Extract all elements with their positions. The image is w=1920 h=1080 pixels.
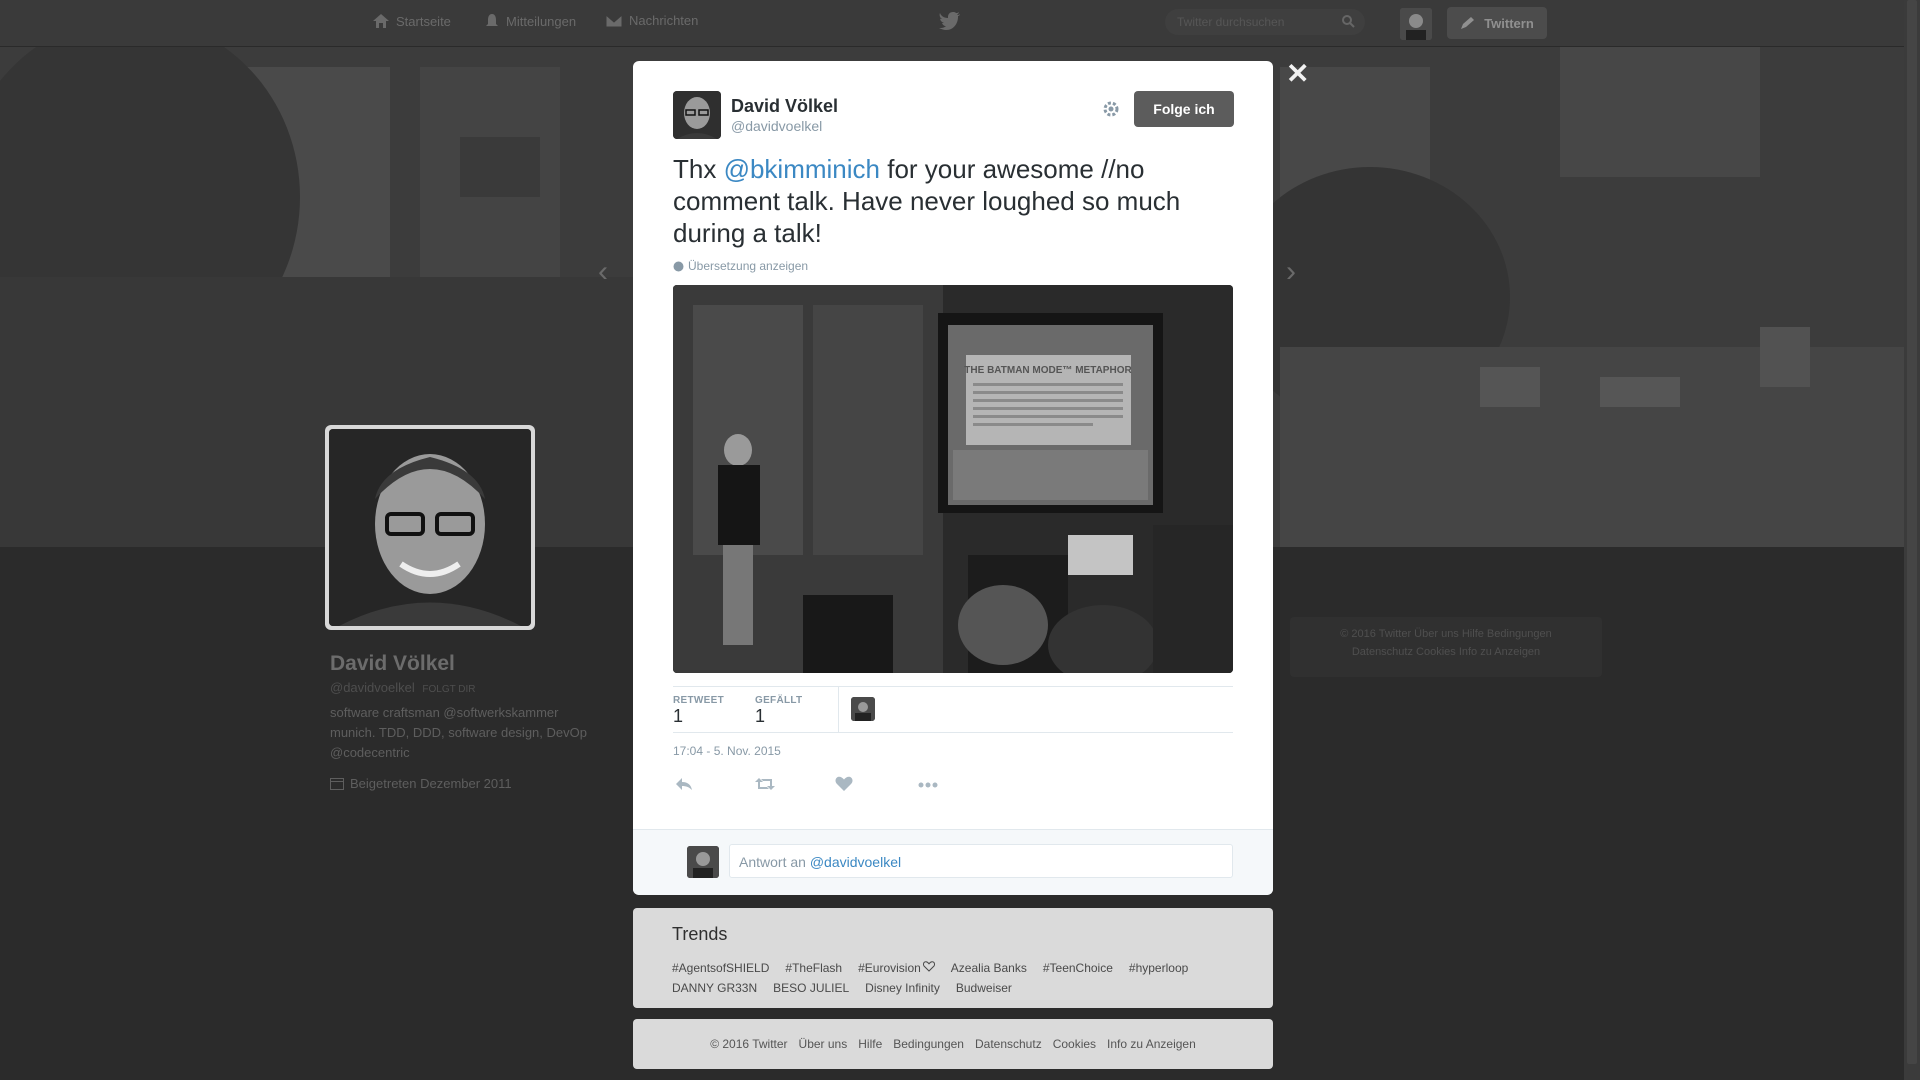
trend-item[interactable]: #TheFlash xyxy=(785,961,842,975)
search-icon[interactable] xyxy=(1342,15,1355,28)
more-options-icon[interactable] xyxy=(918,782,938,788)
nav-notifications[interactable]: Mitteilungen xyxy=(484,13,576,29)
compose-tweet-label: Twittern xyxy=(1484,15,1534,31)
profile-picture[interactable] xyxy=(325,425,535,630)
nav-messages-label: Nachrichten xyxy=(629,13,699,28)
reply-input[interactable]: Antwort an @davidvoelkel xyxy=(729,844,1233,878)
profile-bio: software craftsman @softwerkskammer muni… xyxy=(330,703,620,763)
joined-label: Beigetreten Dezember 2011 xyxy=(350,776,512,791)
footer-link[interactable]: Datenschutz xyxy=(975,1037,1042,1051)
gear-icon[interactable] xyxy=(1101,99,1121,119)
nav-home-label: Startseite xyxy=(396,13,451,29)
trend-item[interactable]: #hyperloop xyxy=(1129,961,1188,975)
follows-you-badge: FOLGT DIR xyxy=(422,684,476,695)
trend-item[interactable]: Budweiser xyxy=(956,981,1012,995)
calendar-icon xyxy=(330,778,344,790)
retweet-stat[interactable]: RETWEET 1 xyxy=(673,695,724,727)
page-scrollbar[interactable] xyxy=(1904,0,1920,1080)
liker-avatar[interactable] xyxy=(851,697,875,721)
next-tweet-arrow-icon[interactable]: › xyxy=(1286,255,1296,289)
tweet-author-avatar[interactable] xyxy=(673,91,721,139)
footer-link[interactable]: Cookies xyxy=(1053,1037,1096,1051)
tweet-text: Thx @bkimminich for your awesome //no co… xyxy=(673,153,1233,249)
tweet-text-start: Thx xyxy=(673,154,724,184)
retweet-stat-label: RETWEET xyxy=(673,695,724,706)
retweet-icon[interactable] xyxy=(755,776,775,792)
globe-icon xyxy=(673,261,684,271)
reply-mention: @davidvoelkel xyxy=(809,854,902,870)
following-button[interactable]: Folge ich xyxy=(1134,91,1234,127)
profile-name: David Völkel xyxy=(330,652,455,675)
profile-joined: Beigetreten Dezember 2011 xyxy=(330,776,512,791)
footer-link[interactable]: Hilfe xyxy=(858,1037,882,1051)
translate-link[interactable]: Übersetzung anzeigen xyxy=(673,259,808,273)
nav-home[interactable]: Startseite xyxy=(372,13,451,29)
compose-tweet-button[interactable]: Twittern xyxy=(1447,7,1547,39)
like-heart-icon[interactable] xyxy=(835,776,853,792)
footer-link[interactable]: Bedingungen xyxy=(893,1037,964,1051)
tweet-stats: RETWEET 1 GEFÄLLT 1 xyxy=(673,686,1233,733)
like-stat-label: GEFÄLLT xyxy=(755,695,803,706)
search-placeholder: Twitter durchsuchen xyxy=(1177,15,1285,29)
tweet-modal: David Völkel @davidvoelkel Folge ich Thx… xyxy=(633,61,1273,895)
slide-title: THE BATMAN MODE™ METAPHOR xyxy=(964,365,1132,376)
bio-line: @codecentric xyxy=(330,745,410,760)
trends-row: #AgentsofSHIELD #TheFlash #Eurovision Az… xyxy=(672,961,1188,975)
sidebar-footer-line[interactable]: Datenschutz Cookies Info zu Anzeigen xyxy=(1290,643,1602,661)
translate-label: Übersetzung anzeigen xyxy=(688,259,809,273)
previous-tweet-arrow-icon[interactable]: ‹ xyxy=(598,255,608,289)
home-icon xyxy=(373,14,389,28)
trend-item[interactable]: #TeenChoice xyxy=(1043,961,1113,975)
search-input[interactable]: Twitter durchsuchen xyxy=(1165,9,1365,35)
footer-link[interactable]: Info zu Anzeigen xyxy=(1107,1037,1196,1051)
scrollbar-thumb[interactable] xyxy=(1907,0,1917,1064)
close-icon[interactable]: ✕ xyxy=(1286,57,1309,90)
reply-icon[interactable] xyxy=(675,776,693,792)
compose-icon xyxy=(1461,17,1475,29)
stats-divider xyxy=(838,687,839,732)
trends-panel: Trends #AgentsofSHIELD #TheFlash #Eurovi… xyxy=(633,908,1273,1008)
trend-item[interactable]: DANNY GR33N xyxy=(672,981,757,995)
profile-handle[interactable]: @davidvoelkel xyxy=(330,680,415,695)
trend-item[interactable]: BESO JULIEL xyxy=(773,981,849,995)
tweet-timestamp[interactable]: 17:04 - 5. Nov. 2015 xyxy=(673,744,781,758)
like-count: 1 xyxy=(755,706,766,726)
sidebar-footer-line[interactable]: © 2016 Twitter Über uns Hilfe Bedingunge… xyxy=(1290,625,1602,643)
tweet-photo[interactable]: THE BATMAN MODE™ METAPHOR xyxy=(673,285,1233,673)
trend-item[interactable]: #Eurovision xyxy=(858,961,935,975)
like-stat[interactable]: GEFÄLLT 1 xyxy=(755,695,802,727)
trends-row: DANNY GR33N BESO JULIEL Disney Infinity … xyxy=(672,981,1012,995)
reply-placeholder: Antwort an xyxy=(739,854,810,870)
trend-item[interactable]: Disney Infinity xyxy=(865,981,940,995)
nav-messages[interactable]: Nachrichten xyxy=(605,13,698,28)
page-footer: © 2016 Twitter Über uns Hilfe Bedingunge… xyxy=(633,1019,1273,1069)
top-navigation-bar: Startseite Mitteilungen Nachrichten Twit… xyxy=(0,0,1904,47)
twitter-bird-icon[interactable] xyxy=(939,12,961,30)
footer-copyright: © 2016 Twitter xyxy=(710,1037,788,1051)
retweet-count: 1 xyxy=(673,706,684,726)
envelope-icon xyxy=(605,14,623,27)
trend-item-label: #Eurovision xyxy=(858,961,921,975)
nav-notifications-label: Mitteilungen xyxy=(506,13,577,29)
tweet-actions xyxy=(673,776,1233,800)
bio-line: munich. TDD, DDD, software design, DevOp xyxy=(330,725,587,740)
reply-user-avatar xyxy=(687,846,719,878)
footer-link[interactable]: Über uns xyxy=(799,1037,848,1051)
profile-handle-row: @davidvoelkel FOLGT DIR xyxy=(330,680,476,695)
bio-line: software craftsman @softwerkskammer xyxy=(330,705,559,720)
tweet-author-handle[interactable]: @davidvoelkel xyxy=(731,118,822,134)
reply-area: Antwort an @davidvoelkel xyxy=(633,829,1273,895)
trend-item[interactable]: #AgentsofSHIELD xyxy=(672,961,769,975)
trends-title: Trends xyxy=(672,924,728,944)
tweet-author-name[interactable]: David Völkel xyxy=(731,96,838,117)
user-avatar[interactable] xyxy=(1400,8,1432,40)
bell-icon xyxy=(486,14,498,26)
trend-item[interactable]: Azealia Banks xyxy=(951,961,1027,975)
tweet-mention[interactable]: @bkimminich xyxy=(724,154,880,184)
sidebar-footer: © 2016 Twitter Über uns Hilfe Bedingunge… xyxy=(1290,617,1602,677)
heart-emoji-icon xyxy=(922,961,935,972)
